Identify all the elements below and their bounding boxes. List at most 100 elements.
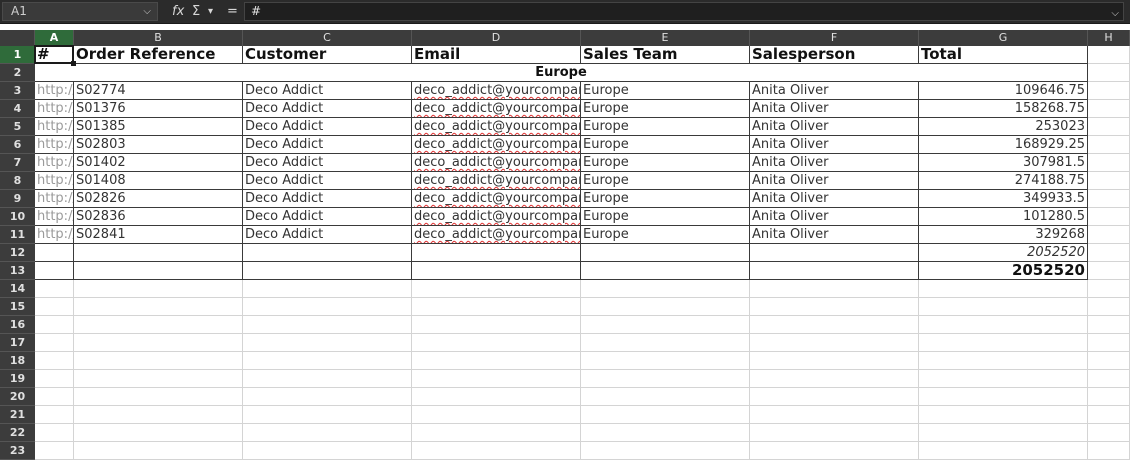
cell-a14[interactable] bbox=[35, 280, 74, 298]
cell-a16[interactable] bbox=[35, 316, 74, 334]
salesperson-cell[interactable]: Anita Oliver bbox=[750, 208, 919, 226]
total-cell[interactable]: 109646.75 bbox=[919, 82, 1088, 100]
row-header-17[interactable]: 17 bbox=[0, 334, 35, 352]
column-header-c[interactable]: C bbox=[243, 30, 412, 46]
expand-formula-icon[interactable]: ⌵ bbox=[1111, 5, 1119, 22]
cell-g18[interactable] bbox=[919, 352, 1088, 370]
salesperson-cell[interactable]: Anita Oliver bbox=[750, 136, 919, 154]
order-reference-cell[interactable]: S02826 bbox=[74, 190, 243, 208]
link-cell[interactable]: http:// bbox=[35, 190, 74, 208]
cell-e23[interactable] bbox=[581, 442, 750, 460]
cell-a13[interactable] bbox=[35, 262, 74, 280]
sales-team-cell[interactable]: Europe bbox=[581, 100, 750, 118]
cell-e15[interactable] bbox=[581, 298, 750, 316]
sales-team-cell[interactable]: Europe bbox=[581, 172, 750, 190]
cell-h21[interactable] bbox=[1088, 406, 1130, 424]
cell-f12[interactable] bbox=[750, 244, 919, 262]
row-header-11[interactable]: 11 bbox=[0, 226, 35, 244]
cell-c18[interactable] bbox=[243, 352, 412, 370]
group-label-cell[interactable]: Europe bbox=[35, 64, 1088, 82]
cell-b23[interactable] bbox=[74, 442, 243, 460]
select-all-corner[interactable] bbox=[0, 30, 35, 46]
cell-h2[interactable] bbox=[1088, 64, 1130, 82]
cell-c16[interactable] bbox=[243, 316, 412, 334]
customer-cell[interactable]: Deco Addict bbox=[243, 208, 412, 226]
chevron-down-icon[interactable]: ⌵ bbox=[143, 3, 151, 20]
cell-a20[interactable] bbox=[35, 388, 74, 406]
column-header-e[interactable]: E bbox=[581, 30, 750, 46]
cell-c20[interactable] bbox=[243, 388, 412, 406]
cell-h15[interactable] bbox=[1088, 298, 1130, 316]
link-cell[interactable]: http:// bbox=[35, 118, 74, 136]
cell-f19[interactable] bbox=[750, 370, 919, 388]
cell-h6[interactable] bbox=[1088, 136, 1130, 154]
cell-g14[interactable] bbox=[919, 280, 1088, 298]
cell-f17[interactable] bbox=[750, 334, 919, 352]
cell-h4[interactable] bbox=[1088, 100, 1130, 118]
row-header-8[interactable]: 8 bbox=[0, 172, 35, 190]
order-reference-cell[interactable]: S02836 bbox=[74, 208, 243, 226]
header-customer[interactable]: Customer bbox=[243, 46, 412, 64]
row-header-4[interactable]: 4 bbox=[0, 100, 35, 118]
cell-h1[interactable] bbox=[1088, 46, 1130, 64]
total-cell[interactable]: 253023 bbox=[919, 118, 1088, 136]
cell-g23[interactable] bbox=[919, 442, 1088, 460]
total-cell[interactable]: 274188.75 bbox=[919, 172, 1088, 190]
name-box[interactable]: A1 ⌵ bbox=[2, 2, 158, 21]
row-header-5[interactable]: 5 bbox=[0, 118, 35, 136]
column-header-a[interactable]: A bbox=[35, 30, 74, 46]
salesperson-cell[interactable]: Anita Oliver bbox=[750, 82, 919, 100]
cell-g17[interactable] bbox=[919, 334, 1088, 352]
row-header-14[interactable]: 14 bbox=[0, 280, 35, 298]
sales-team-cell[interactable]: Europe bbox=[581, 190, 750, 208]
cell-f13[interactable] bbox=[750, 262, 919, 280]
row-header-12[interactable]: 12 bbox=[0, 244, 35, 262]
cell-e19[interactable] bbox=[581, 370, 750, 388]
cell-h5[interactable] bbox=[1088, 118, 1130, 136]
cell-c17[interactable] bbox=[243, 334, 412, 352]
cell-h16[interactable] bbox=[1088, 316, 1130, 334]
sales-team-cell[interactable]: Europe bbox=[581, 82, 750, 100]
order-reference-cell[interactable]: S01376 bbox=[74, 100, 243, 118]
cell-f22[interactable] bbox=[750, 424, 919, 442]
cell-e22[interactable] bbox=[581, 424, 750, 442]
order-reference-cell[interactable]: S02841 bbox=[74, 226, 243, 244]
cell-b14[interactable] bbox=[74, 280, 243, 298]
cell-f14[interactable] bbox=[750, 280, 919, 298]
cell-e16[interactable] bbox=[581, 316, 750, 334]
cell-g19[interactable] bbox=[919, 370, 1088, 388]
cell-g21[interactable] bbox=[919, 406, 1088, 424]
cell-h17[interactable] bbox=[1088, 334, 1130, 352]
row-header-2[interactable]: 2 bbox=[0, 64, 35, 82]
row-header-6[interactable]: 6 bbox=[0, 136, 35, 154]
cell-d19[interactable] bbox=[412, 370, 581, 388]
email-cell[interactable]: deco_addict@yourcompany.example.com bbox=[412, 226, 581, 244]
cell-b15[interactable] bbox=[74, 298, 243, 316]
cell-c12[interactable] bbox=[243, 244, 412, 262]
subtotal-cell[interactable]: 2052520 bbox=[919, 244, 1088, 262]
cell-h13[interactable] bbox=[1088, 262, 1130, 280]
cell-d16[interactable] bbox=[412, 316, 581, 334]
salesperson-cell[interactable]: Anita Oliver bbox=[750, 172, 919, 190]
cell-h10[interactable] bbox=[1088, 208, 1130, 226]
link-cell[interactable]: http:// bbox=[35, 154, 74, 172]
column-header-f[interactable]: F bbox=[750, 30, 919, 46]
grand-total-cell[interactable]: 2052520 bbox=[919, 262, 1088, 280]
cell-c15[interactable] bbox=[243, 298, 412, 316]
row-header-23[interactable]: 23 bbox=[0, 442, 35, 460]
cell-c19[interactable] bbox=[243, 370, 412, 388]
row-header-20[interactable]: 20 bbox=[0, 388, 35, 406]
cell-a19[interactable] bbox=[35, 370, 74, 388]
cell-h7[interactable] bbox=[1088, 154, 1130, 172]
cell-a18[interactable] bbox=[35, 352, 74, 370]
column-header-g[interactable]: G bbox=[919, 30, 1088, 46]
header-email[interactable]: Email bbox=[412, 46, 581, 64]
cell-h19[interactable] bbox=[1088, 370, 1130, 388]
cell-c14[interactable] bbox=[243, 280, 412, 298]
cell-g16[interactable] bbox=[919, 316, 1088, 334]
sales-team-cell[interactable]: Europe bbox=[581, 154, 750, 172]
order-reference-cell[interactable]: S02803 bbox=[74, 136, 243, 154]
link-cell[interactable]: http:// bbox=[35, 82, 74, 100]
cell-d22[interactable] bbox=[412, 424, 581, 442]
column-header-h[interactable]: H bbox=[1088, 30, 1130, 46]
